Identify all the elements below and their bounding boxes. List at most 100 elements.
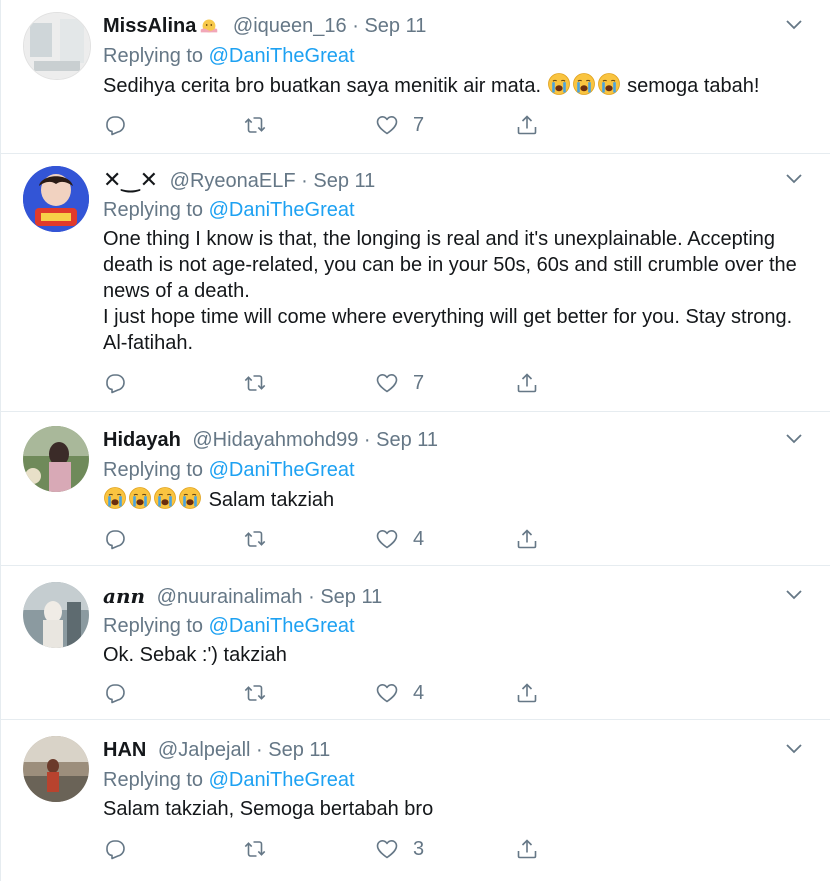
separator: · — [256, 739, 263, 761]
crying-face-emoji-icon — [103, 486, 127, 510]
mention-link[interactable]: @DaniTheGreat — [209, 615, 355, 637]
separator: · — [363, 429, 371, 451]
chevron-down-icon[interactable] — [782, 736, 806, 760]
user-handle[interactable]: @Hidayahmohd99 — [192, 429, 358, 451]
tweet-content: MissAlina @iqueen_16 · Sep 11 Replying t… — [103, 12, 806, 99]
user-handle[interactable]: @iqueen_16 — [233, 15, 347, 37]
sun-emoji-icon — [198, 14, 220, 36]
reply-button[interactable] — [103, 110, 127, 140]
reply-button[interactable] — [103, 678, 127, 708]
mention-link[interactable]: @DaniTheGreat — [209, 769, 355, 791]
like-count: 4 — [413, 527, 425, 550]
tweet-text: Salam takziah, Semoga bertabah bro — [103, 798, 434, 820]
avatar[interactable] — [23, 736, 89, 802]
chevron-down-icon[interactable] — [782, 582, 806, 606]
replying-to-label: Replying to — [103, 459, 204, 481]
replying-to-label: Replying to — [103, 769, 204, 791]
share-button[interactable] — [515, 678, 539, 708]
chevron-down-icon[interactable] — [782, 426, 806, 450]
retweet-button[interactable] — [243, 368, 267, 398]
mention-link[interactable]: @DaniTheGreat — [209, 45, 355, 67]
retweet-button[interactable] — [243, 834, 267, 864]
tweet-text: One thing I know is that, the longing is… — [103, 228, 797, 354]
heart-icon — [375, 837, 399, 861]
crying-face-emoji-icon — [572, 72, 596, 96]
like-button[interactable]: 7 — [375, 110, 424, 140]
retweet-button[interactable] — [243, 110, 267, 140]
tweet-content: Hidayah @Hidayahmohd99 · Sep 11 Replying… — [103, 426, 806, 513]
crying-face-emoji-icon — [178, 486, 202, 510]
crying-face-emoji-icon — [597, 72, 621, 96]
share-icon — [515, 837, 539, 861]
reply-icon — [103, 837, 127, 861]
tweet-date[interactable]: Sep 11 — [320, 586, 382, 608]
share-button[interactable] — [515, 110, 539, 140]
like-button[interactable]: 3 — [375, 834, 424, 864]
tweet-item[interactable]: ann @nuurainalimah · Sep 11 Replying to … — [1, 566, 830, 720]
tweet-actions: 7 — [103, 110, 563, 140]
replying-to: Replying to @DaniTheGreat — [103, 42, 806, 70]
user-handle[interactable]: @Jalpejall — [158, 739, 251, 761]
reply-button[interactable] — [103, 834, 127, 864]
share-button[interactable] — [515, 524, 539, 554]
display-name[interactable]: HAN — [103, 739, 146, 761]
avatar[interactable] — [23, 166, 89, 232]
separator: · — [308, 586, 315, 608]
user-handle[interactable]: @nuurainalimah — [157, 586, 303, 608]
tweet-date[interactable]: Sep 11 — [364, 15, 426, 37]
reply-button[interactable] — [103, 524, 127, 554]
retweet-button[interactable] — [243, 678, 267, 708]
like-button[interactable]: 4 — [375, 678, 424, 708]
tweet-item[interactable]: HAN @Jalpejall · Sep 11 Replying to @Dan… — [1, 720, 830, 881]
chevron-down-icon[interactable] — [782, 12, 806, 36]
tweet-content: ✕‿✕ @RyeonaELF · Sep 11 Replying to @Dan… — [103, 166, 806, 356]
tweet-header: MissAlina @iqueen_16 · Sep 11 — [103, 12, 806, 40]
share-icon — [515, 527, 539, 551]
tweet-text: Sedihya cerita bro buatkan saya menitik … — [103, 72, 806, 99]
replying-to-label: Replying to — [103, 45, 204, 67]
mention-link[interactable]: @DaniTheGreat — [209, 459, 355, 481]
like-count: 7 — [413, 371, 425, 394]
tweet-header: ✕‿✕ @RyeonaELF · Sep 11 — [103, 166, 806, 194]
user-handle[interactable]: @RyeonaELF — [170, 170, 296, 192]
reply-feed: MissAlina @iqueen_16 · Sep 11 Replying t… — [0, 0, 830, 881]
replying-to-label: Replying to — [103, 199, 204, 221]
avatar[interactable] — [23, 12, 91, 80]
like-button[interactable]: 4 — [375, 524, 424, 554]
display-name[interactable]: ✕‿✕ — [103, 167, 158, 192]
reply-icon — [103, 527, 127, 551]
replying-to: Replying to @DaniTheGreat — [103, 612, 806, 640]
tweet-text: Ok. Sebak :') takziah — [103, 644, 287, 666]
share-button[interactable] — [515, 368, 539, 398]
display-name[interactable]: ann — [103, 584, 145, 608]
separator: · — [352, 15, 359, 37]
share-icon — [515, 113, 539, 137]
display-name[interactable]: MissAlina — [103, 15, 196, 37]
share-icon — [515, 371, 539, 395]
tweet-actions: 4 — [103, 524, 563, 554]
separator: · — [301, 170, 308, 192]
retweet-button[interactable] — [243, 524, 267, 554]
retweet-icon — [243, 527, 267, 551]
tweet-item[interactable]: Hidayah @Hidayahmohd99 · Sep 11 Replying… — [1, 412, 830, 566]
tweet-date[interactable]: Sep 11 — [313, 170, 375, 192]
tweet-date[interactable]: Sep 11 — [268, 739, 330, 761]
replying-to: Replying to @DaniTheGreat — [103, 196, 806, 224]
chevron-down-icon[interactable] — [782, 166, 806, 190]
tweet-item[interactable]: ✕‿✕ @RyeonaELF · Sep 11 Replying to @Dan… — [1, 154, 830, 412]
like-button[interactable]: 7 — [375, 368, 424, 398]
heart-icon — [375, 113, 399, 137]
mention-link[interactable]: @DaniTheGreat — [209, 199, 355, 221]
tweet-text: Salam takziah — [103, 486, 806, 513]
heart-icon — [375, 371, 399, 395]
reply-icon — [103, 681, 127, 705]
tweet-header: HAN @Jalpejall · Sep 11 — [103, 736, 806, 764]
avatar[interactable] — [23, 426, 89, 492]
tweet-actions: 4 — [103, 678, 563, 708]
tweet-item[interactable]: MissAlina @iqueen_16 · Sep 11 Replying t… — [1, 0, 830, 154]
share-button[interactable] — [515, 834, 539, 864]
avatar[interactable] — [23, 582, 89, 648]
tweet-date[interactable]: Sep 11 — [376, 429, 438, 451]
display-name[interactable]: Hidayah — [103, 429, 181, 451]
reply-button[interactable] — [103, 368, 127, 398]
